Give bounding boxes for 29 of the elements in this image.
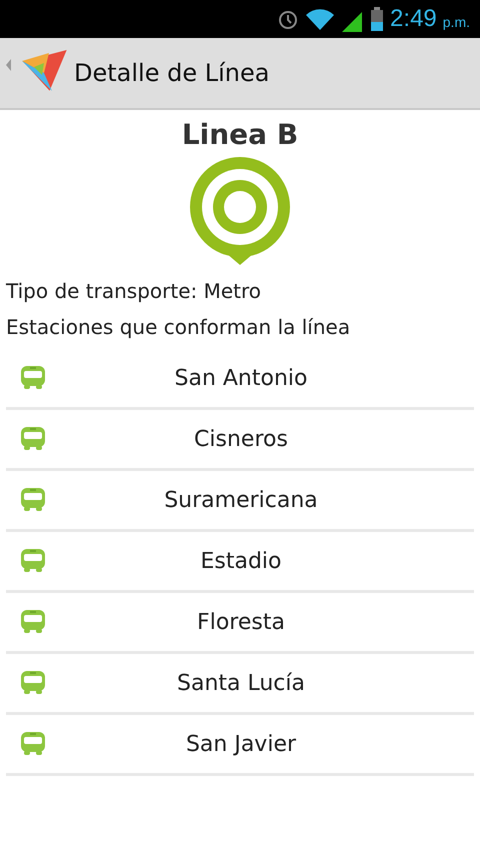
station-name: San Antonio bbox=[174, 366, 308, 390]
station-row[interactable]: Cisneros bbox=[6, 410, 474, 471]
station-name: San Javier bbox=[184, 732, 298, 756]
station-row[interactable]: Suramericana bbox=[6, 471, 474, 532]
station-name: Santa Lucía bbox=[176, 670, 306, 696]
station-row[interactable]: Santa Lucía bbox=[6, 654, 474, 715]
status-period: p.m. bbox=[442, 14, 470, 30]
station-name: Suramericana bbox=[163, 488, 319, 512]
station-row[interactable]: San Antonio bbox=[6, 349, 474, 410]
station-name: Estadio bbox=[199, 548, 282, 574]
station-row[interactable]: Floresta bbox=[6, 593, 474, 654]
bus-icon bbox=[18, 364, 48, 392]
transport-type: Tipo de transporte: Metro bbox=[6, 279, 262, 303]
bus-icon bbox=[18, 669, 48, 697]
battery-icon bbox=[370, 7, 384, 31]
bus-icon bbox=[18, 730, 48, 758]
bus-icon bbox=[18, 608, 48, 636]
line-name: Linea B bbox=[180, 118, 300, 151]
bus-icon bbox=[18, 486, 48, 514]
screen-title: Detalle de Línea bbox=[74, 59, 270, 87]
status-time: 2:49 bbox=[390, 5, 437, 33]
stations-heading: Estaciones que conforman la línea bbox=[6, 315, 352, 339]
wifi-icon bbox=[306, 8, 334, 30]
station-name: Cisneros bbox=[193, 426, 289, 452]
station-row[interactable]: San Javier bbox=[6, 715, 474, 776]
bus-icon bbox=[18, 547, 48, 575]
station-row[interactable]: Estadio bbox=[6, 532, 474, 593]
bus-icon bbox=[18, 425, 48, 453]
station-name: Floresta bbox=[196, 610, 286, 634]
